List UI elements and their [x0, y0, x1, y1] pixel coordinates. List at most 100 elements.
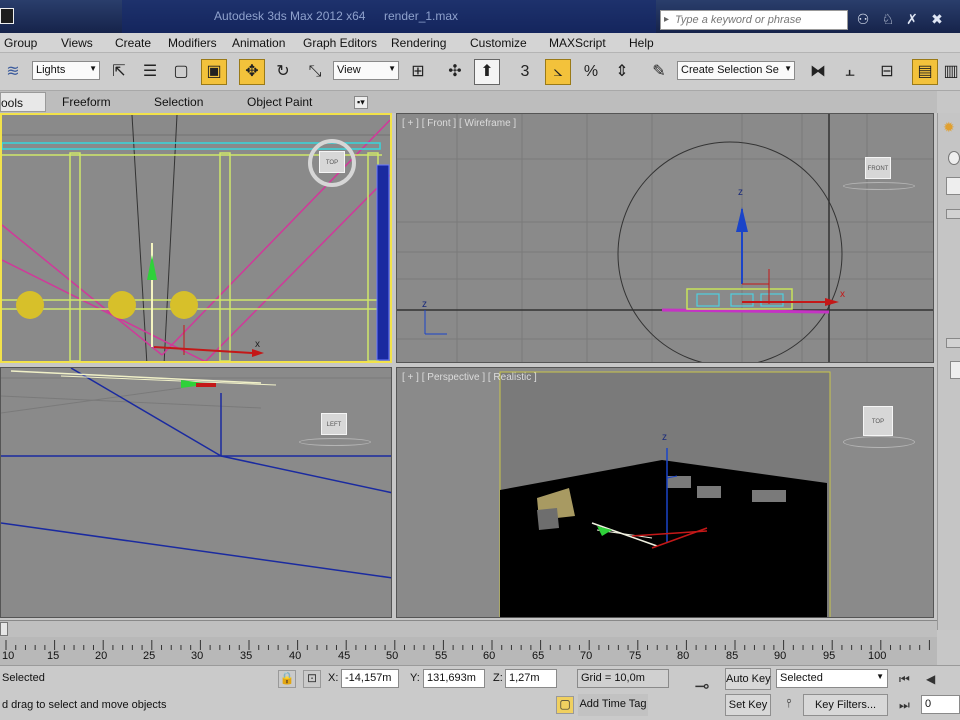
- link-icon[interactable]: ≋: [0, 59, 26, 85]
- axis-z-label: z: [738, 187, 743, 198]
- communication-icon[interactable]: ✗: [903, 11, 921, 29]
- subscription-icon[interactable]: ♘: [879, 11, 897, 29]
- auto-key-button[interactable]: Auto Key: [725, 668, 771, 690]
- panel-dropdown[interactable]: [946, 177, 960, 195]
- y-coordinate-field[interactable]: 131,693m: [423, 669, 485, 688]
- key-filters-button[interactable]: Key Filters...: [803, 694, 888, 716]
- track-bar[interactable]: 10 15 20 25 30 35 40 45 50 55 60 65 70 7…: [0, 637, 937, 665]
- viewcube-face: TOP: [319, 151, 345, 173]
- lock-icon[interactable]: 🔒: [278, 670, 296, 688]
- ribbon-options-button[interactable]: ▪▾: [354, 96, 368, 109]
- keyboard-shortcut-button[interactable]: ⬆: [474, 59, 500, 85]
- tick-label: 80: [677, 650, 690, 662]
- mirror-icon[interactable]: ⧓: [805, 59, 831, 85]
- file-name: render_1.max: [384, 9, 459, 23]
- title-bar: Autodesk 3ds Max 2012 x64 render_1.max ▸…: [0, 0, 960, 33]
- pivot-center-icon[interactable]: ⊞: [405, 59, 431, 85]
- graphite-toggle-button[interactable]: ▤: [912, 59, 938, 85]
- axis-z-label: z: [662, 432, 667, 443]
- viewcube-left[interactable]: LEFT: [299, 410, 371, 450]
- binoculars-icon[interactable]: ⚇: [854, 11, 872, 29]
- viewcube-face: FRONT: [865, 157, 891, 179]
- add-time-tag-button[interactable]: Add Time Tag: [578, 694, 648, 716]
- menu-create[interactable]: Create: [115, 36, 151, 50]
- tab-freeform[interactable]: Freeform: [62, 95, 111, 109]
- viewport-perspective[interactable]: [ + ] [ Perspective ] [ Realistic ] z TO…: [396, 367, 934, 618]
- rollout-header[interactable]: [946, 209, 960, 219]
- menu-group[interactable]: Group: [4, 36, 37, 50]
- viewcube-perspective[interactable]: TOP: [843, 406, 915, 454]
- time-slider[interactable]: [0, 620, 937, 637]
- time-slider-thumb[interactable]: [0, 622, 8, 636]
- manipulate-icon[interactable]: ✣: [442, 59, 468, 85]
- time-tag-icon[interactable]: ▢: [556, 696, 574, 714]
- viewport-front-label[interactable]: [ + ] [ Front ] [ Wireframe ]: [402, 118, 516, 129]
- menu-graph-editors[interactable]: Graph Editors: [303, 36, 377, 50]
- rectangular-selection-icon[interactable]: ▢: [168, 59, 194, 85]
- tick-label: 70: [580, 650, 593, 662]
- status-bar-bottom: d drag to select and move objects ▢ Add …: [0, 692, 960, 720]
- edit-named-selection-icon[interactable]: ✎: [646, 59, 672, 85]
- absolute-mode-icon[interactable]: ⊡: [303, 670, 321, 688]
- search-input[interactable]: ▸ Type a keyword or phrase: [660, 10, 848, 30]
- viewport-front[interactable]: [ + ] [ Front ] [ Wireframe ] z x z FRON…: [396, 113, 934, 363]
- selection-filter-dropdown[interactable]: Lights ▼: [32, 61, 100, 80]
- angle-snap-button[interactable]: ⦣: [545, 59, 571, 85]
- named-selection-value: Create Selection Se: [681, 64, 779, 76]
- menu-rendering[interactable]: Rendering: [391, 36, 446, 50]
- viewcube-top[interactable]: TOP: [308, 139, 356, 187]
- main-toolbar: ≋ Lights ▼ ⇱ ☰ ▢ ▣ ✥ ↻ ⤡ View ▼ ⊞ ✣ ⬆ 3 …: [0, 53, 960, 91]
- selection-status: Selected: [2, 672, 45, 684]
- menu-help[interactable]: Help: [629, 36, 654, 50]
- snaps-toggle-button[interactable]: 3: [512, 59, 538, 85]
- viewport-left[interactable]: LEFT: [0, 367, 392, 618]
- menu-views[interactable]: Views: [61, 36, 93, 50]
- select-by-name-icon[interactable]: ☰: [137, 59, 163, 85]
- chevron-down-icon: ▼: [876, 672, 884, 681]
- curve-editor-icon[interactable]: ▥: [938, 59, 960, 85]
- previous-frame-icon[interactable]: ◀: [926, 672, 935, 686]
- tick-label: 50: [386, 650, 399, 662]
- menu-customize[interactable]: Customize: [470, 36, 527, 50]
- key-mode-dropdown[interactable]: Selected ▼: [776, 669, 888, 688]
- tab-object-paint[interactable]: Object Paint: [247, 95, 312, 109]
- app-icon[interactable]: [0, 8, 14, 24]
- spinner-snap-icon[interactable]: ⇕: [609, 59, 635, 85]
- tab-modeling-tools[interactable]: ools: [0, 92, 46, 112]
- command-panel: ✹: [937, 113, 960, 630]
- select-object-icon[interactable]: ⇱: [106, 59, 132, 85]
- chevron-down-icon: ▼: [784, 64, 792, 73]
- align-icon[interactable]: ⫠: [837, 59, 863, 85]
- select-and-move-button[interactable]: ✥: [239, 59, 265, 85]
- layer-manager-icon[interactable]: ⊟: [874, 59, 900, 85]
- scale-icon[interactable]: ⤡: [302, 59, 328, 85]
- rollout-header[interactable]: [946, 338, 960, 348]
- percent-snap-icon[interactable]: %: [578, 59, 604, 85]
- set-key-button[interactable]: Set Key: [725, 694, 771, 716]
- tab-selection[interactable]: Selection: [154, 95, 203, 109]
- track-ticks: [5, 640, 930, 650]
- help-icon[interactable]: ✖: [928, 11, 946, 29]
- rotate-icon[interactable]: ↻: [270, 59, 296, 85]
- key-filter-icon[interactable]: ⫯: [780, 696, 798, 714]
- named-selection-dropdown[interactable]: Create Selection Se ▼: [677, 61, 795, 80]
- viewport-front-canvas: [397, 114, 933, 362]
- viewcube-front[interactable]: FRONT: [843, 154, 915, 194]
- reference-coord-dropdown[interactable]: View ▼: [333, 61, 399, 80]
- radio-icon[interactable]: [948, 151, 960, 165]
- sun-icon[interactable]: ✹: [943, 119, 955, 136]
- menu-animation[interactable]: Animation: [232, 36, 285, 50]
- menu-maxscript[interactable]: MAXScript: [549, 36, 606, 50]
- menu-modifiers[interactable]: Modifiers: [168, 36, 217, 50]
- current-frame-field[interactable]: 0: [921, 695, 960, 714]
- go-to-start-icon[interactable]: ⏮: [899, 672, 910, 687]
- viewport-perspective-label[interactable]: [ + ] [ Perspective ] [ Realistic ]: [402, 372, 537, 383]
- x-coordinate-field[interactable]: -14,157m: [341, 669, 399, 688]
- viewport-top[interactable]: x TOP: [0, 113, 392, 363]
- panel-field[interactable]: [950, 361, 960, 379]
- key-mode-toggle-icon[interactable]: ⏭: [899, 698, 910, 713]
- window-crossing-button[interactable]: ▣: [201, 59, 227, 85]
- z-coordinate-field[interactable]: 1,27m: [505, 669, 557, 688]
- tick-label: 60: [483, 650, 496, 662]
- search-icon: ▸: [664, 14, 670, 25]
